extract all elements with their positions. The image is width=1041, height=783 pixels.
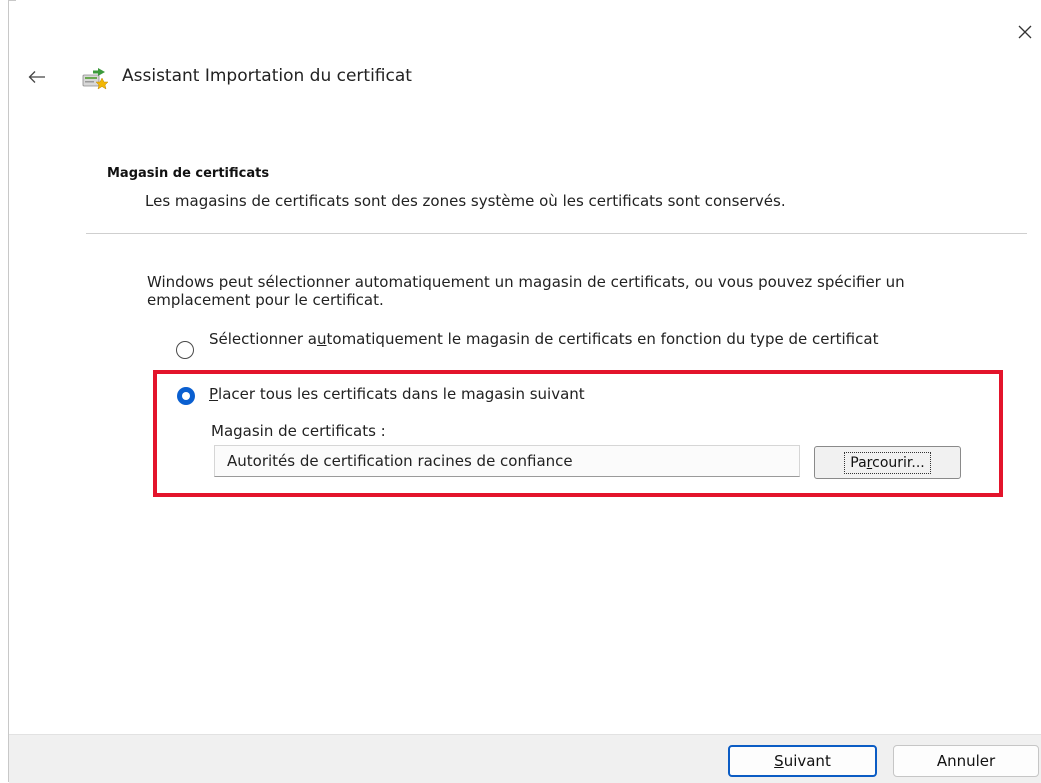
- window-title: Assistant Importation du certificat: [122, 66, 412, 86]
- next-button[interactable]: Suivant: [728, 745, 877, 777]
- cancel-button[interactable]: Annuler: [893, 745, 1039, 777]
- section-subtitle: Les magasins de certificats sont des zon…: [145, 192, 786, 210]
- radio-auto-select-store[interactable]: [176, 341, 194, 359]
- certificate-store-field[interactable]: [214, 445, 800, 477]
- window-left-border: [8, 0, 9, 782]
- certificate-store-label: Magasin de certificats :: [211, 422, 386, 440]
- window-top-border: [8, 0, 16, 1]
- browse-button[interactable]: Parcourir...: [814, 446, 961, 479]
- section-title: Magasin de certificats: [107, 166, 270, 181]
- back-button[interactable]: [22, 62, 52, 92]
- wizard-footer: [9, 734, 1041, 783]
- radio-auto-select-label[interactable]: Sélectionner automatiquement le magasin …: [209, 330, 969, 348]
- radio-place-in-store[interactable]: [177, 387, 195, 405]
- browse-button-label: Parcourir...: [844, 451, 931, 474]
- back-arrow-icon: [28, 71, 45, 83]
- close-button[interactable]: [1010, 18, 1040, 46]
- certificate-import-wizard: Assistant Importation du certificat Maga…: [0, 0, 1041, 783]
- header-divider: [86, 233, 1027, 234]
- radio-place-in-store-label[interactable]: Placer tous les certificats dans le maga…: [209, 385, 585, 403]
- certificate-wizard-icon: [82, 68, 109, 90]
- store-description: Windows peut sélectionner automatiquemen…: [147, 273, 905, 309]
- close-icon: [1018, 25, 1032, 39]
